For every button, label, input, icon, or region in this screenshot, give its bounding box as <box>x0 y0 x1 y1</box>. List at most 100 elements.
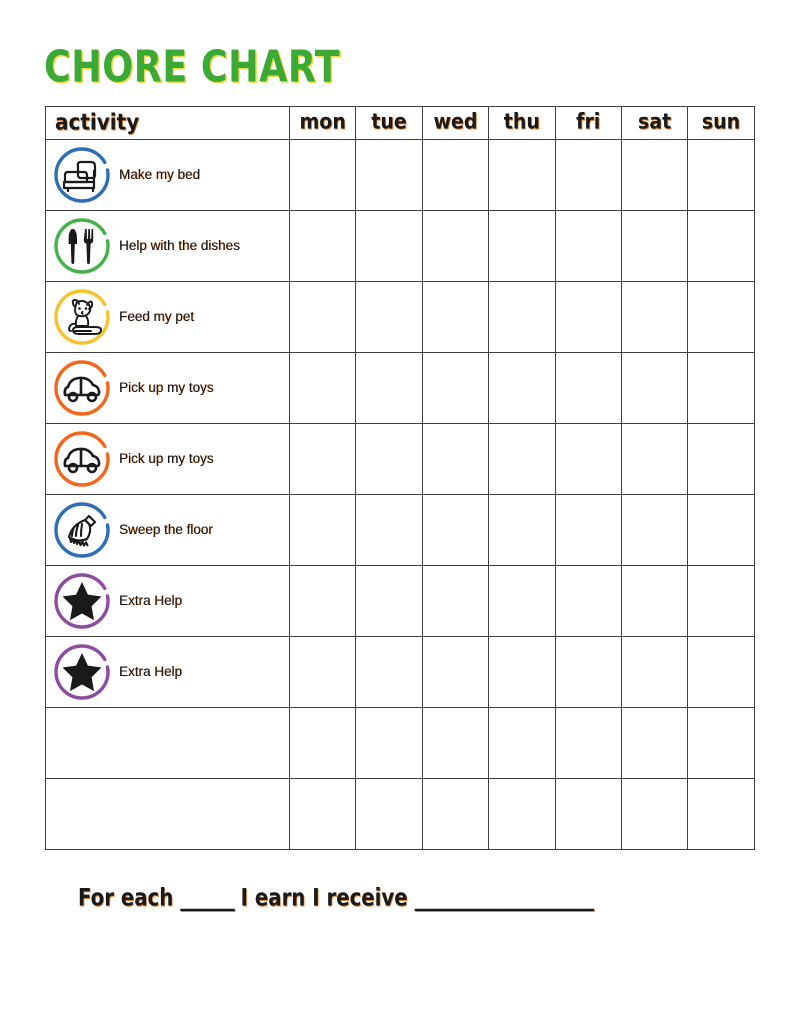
checkbox-cell-wed[interactable] <box>421 281 490 353</box>
checkbox-cell-sat[interactable] <box>620 707 689 779</box>
activity-label: Sweep the floor <box>119 522 213 538</box>
checkbox-cell-mon[interactable] <box>288 565 357 637</box>
checkbox-cell-tue[interactable] <box>355 281 423 353</box>
checkbox-cell-sat[interactable] <box>620 139 689 211</box>
checkbox-cell-wed[interactable] <box>421 565 490 637</box>
checkbox-cell-sat[interactable] <box>620 281 689 353</box>
checkbox-cell-fri[interactable] <box>554 636 622 708</box>
checkbox-cell-mon[interactable] <box>288 281 357 353</box>
checkbox-cell-mon[interactable] <box>288 210 357 282</box>
checkbox-cell-sun[interactable] <box>687 707 755 779</box>
reward-statement: For each ______ I earn I receive _______… <box>78 883 595 912</box>
checkbox-cell-sat[interactable] <box>620 778 689 850</box>
checkbox-cell-fri[interactable] <box>554 707 622 779</box>
checkbox-cell-thu[interactable] <box>488 636 556 708</box>
checkbox-cell-mon[interactable] <box>288 636 357 708</box>
checkbox-cell-wed[interactable] <box>421 707 490 779</box>
checkbox-cell-sat[interactable] <box>620 565 689 637</box>
checkbox-cell-fri[interactable] <box>554 423 622 495</box>
checkbox-cell-thu[interactable] <box>488 778 556 850</box>
checkbox-cell-thu[interactable] <box>488 707 556 779</box>
checkbox-cell-sat[interactable] <box>620 636 689 708</box>
column-header-fri-label: fri <box>576 109 601 135</box>
checkbox-cell-thu[interactable] <box>488 494 556 566</box>
checkbox-cell-thu[interactable] <box>488 139 556 211</box>
checkbox-cell-sun[interactable] <box>687 281 755 353</box>
checkbox-cell-sat[interactable] <box>620 494 689 566</box>
dog-icon <box>51 286 113 348</box>
checkbox-cell-sun[interactable] <box>687 636 755 708</box>
column-header-thu: thu <box>488 106 556 140</box>
reward-text-middle: I earn I receive <box>240 883 408 912</box>
checkbox-cell-tue[interactable] <box>355 210 423 282</box>
checkbox-cell-fri[interactable] <box>554 210 622 282</box>
car-icon <box>51 357 113 419</box>
checkbox-cell-tue[interactable] <box>355 139 423 211</box>
checkbox-cell-mon[interactable] <box>288 352 357 424</box>
column-header-mon-label: mon <box>299 109 346 135</box>
chore-chart-table: activity mon tue wed thu fri sat sun Mak… <box>45 106 755 850</box>
checkbox-cell-mon[interactable] <box>288 139 357 211</box>
column-header-wed-label: wed <box>433 109 478 135</box>
checkbox-cell-thu[interactable] <box>488 281 556 353</box>
checkbox-cell-mon[interactable] <box>288 494 357 566</box>
cutlery-icon <box>51 215 113 277</box>
reward-blank-short[interactable]: ______ <box>180 884 235 912</box>
checkbox-cell-sun[interactable] <box>687 494 755 566</box>
checkbox-cell-fri[interactable] <box>554 565 622 637</box>
star-icon <box>51 570 113 632</box>
checkbox-cell-wed[interactable] <box>421 352 490 424</box>
checkbox-cell-wed[interactable] <box>421 139 490 211</box>
car-icon <box>51 428 113 490</box>
checkbox-cell-sat[interactable] <box>620 210 689 282</box>
checkbox-cell-mon[interactable] <box>288 778 357 850</box>
checkbox-cell-fri[interactable] <box>554 281 622 353</box>
checkbox-cell-tue[interactable] <box>355 494 423 566</box>
checkbox-cell-wed[interactable] <box>421 494 490 566</box>
checkbox-cell-fri[interactable] <box>554 352 622 424</box>
activity-cell: Help with the dishes <box>45 210 290 282</box>
activity-label: Extra Help <box>119 664 183 680</box>
reward-blank-long[interactable]: ____________________ <box>415 884 595 912</box>
activity-cell: Extra Help <box>45 565 290 637</box>
checkbox-cell-mon[interactable] <box>288 707 357 779</box>
checkbox-cell-thu[interactable] <box>488 565 556 637</box>
checkbox-cell-fri[interactable] <box>554 494 622 566</box>
activity-cell-blank[interactable] <box>45 778 290 850</box>
checkbox-cell-sun[interactable] <box>687 778 755 850</box>
activity-label: Pick up my toys <box>119 380 214 396</box>
checkbox-cell-tue[interactable] <box>355 423 423 495</box>
checkbox-cell-sat[interactable] <box>620 352 689 424</box>
checkbox-cell-fri[interactable] <box>554 139 622 211</box>
checkbox-cell-wed[interactable] <box>421 778 490 850</box>
activity-cell: Feed my pet <box>45 281 290 353</box>
checkbox-cell-tue[interactable] <box>355 707 423 779</box>
reward-text-before: For each <box>78 883 174 912</box>
checkbox-cell-sun[interactable] <box>687 210 755 282</box>
checkbox-cell-sat[interactable] <box>620 423 689 495</box>
checkbox-cell-tue[interactable] <box>355 352 423 424</box>
checkbox-cell-thu[interactable] <box>488 352 556 424</box>
checkbox-cell-sun[interactable] <box>687 139 755 211</box>
activity-cell: Make my bed <box>45 139 290 211</box>
checkbox-cell-sun[interactable] <box>687 352 755 424</box>
checkbox-cell-sun[interactable] <box>687 565 755 637</box>
broom-icon <box>51 499 113 561</box>
checkbox-cell-wed[interactable] <box>421 210 490 282</box>
checkbox-cell-tue[interactable] <box>355 636 423 708</box>
checkbox-cell-thu[interactable] <box>488 423 556 495</box>
checkbox-cell-wed[interactable] <box>421 423 490 495</box>
checkbox-cell-tue[interactable] <box>355 778 423 850</box>
table-row: Pick up my toys <box>45 423 755 495</box>
checkbox-cell-thu[interactable] <box>488 210 556 282</box>
checkbox-cell-mon[interactable] <box>288 423 357 495</box>
activity-cell: Sweep the floor <box>45 494 290 566</box>
checkbox-cell-fri[interactable] <box>554 778 622 850</box>
activity-cell-blank[interactable] <box>45 707 290 779</box>
column-header-fri: fri <box>554 106 622 140</box>
checkbox-cell-tue[interactable] <box>355 565 423 637</box>
checkbox-cell-wed[interactable] <box>421 636 490 708</box>
checkbox-cell-sun[interactable] <box>687 423 755 495</box>
activity-label: Feed my pet <box>119 309 195 325</box>
column-header-activity: activity <box>45 106 290 140</box>
